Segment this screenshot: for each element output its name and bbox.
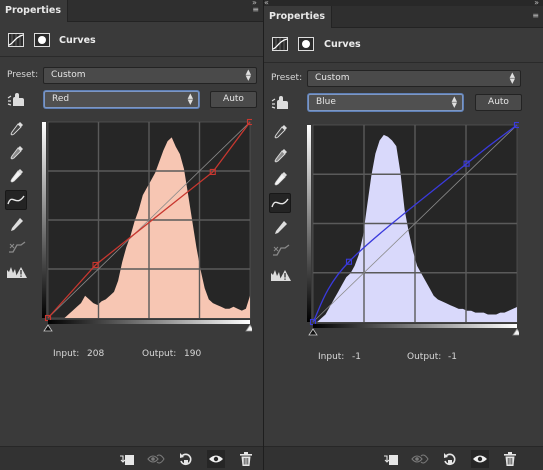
panel-tab-bar: Properties ≡	[264, 6, 543, 28]
smooth-curve-icon[interactable]	[270, 241, 292, 261]
clipping-warning-icon[interactable]	[270, 265, 292, 285]
layer-mask-icon[interactable]	[34, 33, 50, 47]
white-point-eyedropper-icon[interactable]	[270, 169, 292, 189]
gray-point-eyedropper-icon[interactable]	[6, 143, 28, 163]
reset-icon[interactable]	[177, 450, 195, 468]
dropdown-arrows-icon: ▲ ▼	[187, 92, 193, 106]
view-previous-icon[interactable]	[147, 450, 165, 468]
white-point-slider[interactable]	[512, 328, 519, 336]
trash-icon[interactable]	[237, 450, 255, 468]
output-gradient-bar	[307, 125, 311, 322]
black-point-eyedropper-icon[interactable]	[6, 119, 28, 139]
curves-adjustment-icon	[8, 33, 24, 47]
auto-button[interactable]: Auto	[475, 94, 522, 111]
black-point-slider[interactable]	[43, 324, 53, 332]
panel-menu-icon[interactable]: ≡	[532, 11, 539, 20]
adjustment-title: Curves	[324, 39, 361, 50]
input-label: Input:	[318, 352, 345, 362]
black-point-eyedropper-icon[interactable]	[270, 122, 292, 142]
output-gradient-bar	[42, 122, 46, 318]
input-value: -1	[352, 352, 361, 362]
on-image-adjust-icon[interactable]	[270, 93, 292, 113]
preset-dropdown[interactable]: Custom ▲ ▼	[43, 67, 257, 84]
trash-icon[interactable]	[501, 450, 519, 468]
channel-dropdown[interactable]: Red ▲ ▼	[44, 91, 199, 108]
panel-tab-bar: Properties ≡	[0, 0, 263, 22]
output-value: -1	[448, 352, 457, 362]
adjustment-header: Curves	[0, 23, 263, 57]
properties-panel-left: Properties ≡ Curves Preset: Custom ▲ ▼ Re…	[0, 0, 263, 470]
curve-points-icon[interactable]	[269, 193, 291, 213]
gray-point-eyedropper-icon[interactable]	[270, 146, 292, 166]
tab-properties[interactable]: Properties	[264, 6, 332, 28]
curves-graph[interactable]	[307, 121, 519, 338]
adjustment-title: Curves	[59, 35, 96, 46]
input-value: 208	[87, 349, 105, 359]
auto-button[interactable]: Auto	[210, 91, 257, 108]
channel-value: Red	[52, 94, 70, 104]
output-value: 190	[184, 349, 202, 359]
panel-footer	[264, 446, 543, 470]
clip-to-layer-icon[interactable]	[118, 450, 136, 468]
layer-mask-icon[interactable]	[298, 37, 314, 51]
adjustment-header: Curves	[264, 29, 543, 63]
curves-graph[interactable]	[42, 118, 252, 334]
clipping-warning-icon[interactable]	[6, 262, 28, 282]
preset-dropdown[interactable]: Custom ▲ ▼	[307, 70, 521, 87]
preset-label: Preset:	[271, 73, 303, 83]
properties-panel-right: Properties ≡ Curves Preset: Custom ▲ ▼ Bl…	[264, 6, 543, 470]
visibility-eye-icon[interactable]	[471, 450, 489, 468]
output-label: Output:	[407, 352, 442, 362]
smooth-curve-icon[interactable]	[6, 238, 28, 258]
clip-to-layer-icon[interactable]	[382, 450, 400, 468]
visibility-eye-icon[interactable]	[207, 450, 225, 468]
curve-points-icon[interactable]	[5, 190, 27, 210]
preset-value: Custom	[51, 70, 86, 80]
reset-icon[interactable]	[441, 450, 459, 468]
channel-dropdown[interactable]: Blue ▲ ▼	[308, 94, 463, 111]
dropdown-arrows-icon: ▲ ▼	[509, 71, 515, 85]
output-label: Output:	[142, 349, 177, 359]
tab-properties[interactable]: Properties	[0, 0, 68, 22]
dropdown-arrows-icon: ▲ ▼	[451, 95, 457, 109]
panel-footer	[0, 446, 263, 470]
on-image-adjust-icon[interactable]	[6, 90, 28, 110]
pencil-draw-icon[interactable]	[270, 218, 292, 238]
pencil-draw-icon[interactable]	[6, 215, 28, 235]
curves-adjustment-icon	[272, 37, 288, 51]
preset-value: Custom	[315, 73, 350, 83]
dropdown-arrows-icon: ▲ ▼	[245, 68, 251, 82]
white-point-eyedropper-icon[interactable]	[6, 166, 28, 186]
input-label: Input:	[53, 349, 80, 359]
input-gradient-bar	[313, 324, 517, 328]
collapse-icon[interactable]: »	[252, 0, 263, 7]
channel-value: Blue	[316, 97, 336, 107]
preset-label: Preset:	[7, 70, 39, 80]
black-point-slider[interactable]	[308, 328, 318, 336]
white-point-slider[interactable]	[245, 324, 252, 332]
view-previous-icon[interactable]	[411, 450, 429, 468]
input-gradient-bar	[48, 320, 250, 324]
